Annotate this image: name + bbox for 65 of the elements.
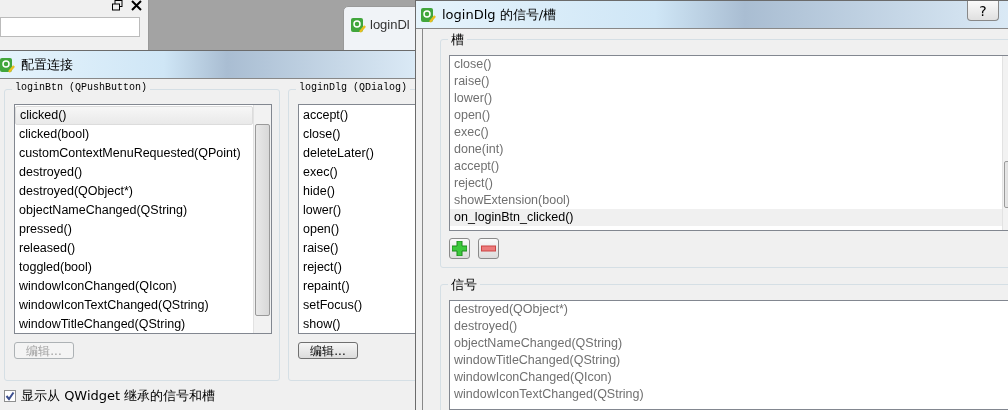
- list-item[interactable]: destroyed(QObject*): [450, 301, 1002, 318]
- list-item[interactable]: lower(): [299, 201, 409, 220]
- list-item[interactable]: open(): [299, 220, 409, 239]
- list-item[interactable]: objectNameChanged(QString): [450, 335, 1002, 352]
- list-item[interactable]: clicked(bool): [15, 125, 253, 144]
- help-button[interactable]: ?: [967, 1, 999, 21]
- list-item[interactable]: windowIconChanged(QIcon): [450, 369, 1002, 386]
- list-item[interactable]: on_loginBtn_clicked(): [450, 209, 1002, 226]
- list-item[interactable]: reject(): [450, 175, 1002, 192]
- list-item[interactable]: raise(): [450, 73, 1002, 90]
- search-field[interactable]: [0, 17, 140, 37]
- float-icon[interactable]: [112, 0, 123, 11]
- checkbox[interactable]: [4, 390, 16, 402]
- list-item[interactable]: objectNameChanged(QString): [15, 201, 253, 220]
- list-item[interactable]: hide(): [299, 182, 409, 201]
- check-icon: [5, 391, 15, 401]
- minus-icon: [481, 245, 496, 252]
- list-item[interactable]: windowIconTextChanged(QString): [450, 386, 1002, 403]
- list-item[interactable]: close(): [450, 56, 1002, 73]
- list-item[interactable]: windowTitleChanged(QString): [450, 352, 1002, 369]
- list-item[interactable]: accept(): [450, 158, 1002, 175]
- app-icon: [350, 17, 366, 33]
- scrollbar[interactable]: [253, 105, 271, 333]
- window-title: loginDlg 的信号/槽: [442, 5, 557, 24]
- list-item[interactable]: released(): [15, 239, 253, 258]
- list-item[interactable]: destroyed(): [450, 318, 1002, 335]
- edit-button[interactable]: 编辑...: [298, 342, 358, 359]
- list-item[interactable]: close(): [299, 125, 409, 144]
- list-item[interactable]: show(): [299, 315, 409, 333]
- remove-button[interactable]: [478, 238, 499, 259]
- list-item[interactable]: raise(): [299, 239, 409, 258]
- list-item[interactable]: windowIconChanged(QIcon): [15, 277, 253, 296]
- app-icon: [0, 56, 15, 73]
- list-item[interactable]: clicked(): [15, 106, 253, 125]
- list-item[interactable]: pressed(): [15, 220, 253, 239]
- list-item[interactable]: exec(): [450, 124, 1002, 141]
- list-box[interactable]: [14, 104, 272, 334]
- list-item[interactable]: accept(): [299, 106, 409, 125]
- app-icon: [420, 6, 436, 23]
- list-box[interactable]: destroyed(QObject*) destroyed() objectNameChanged(QString) windowTitleChanged(QString) windowIconChanged(QIcon) windowIconTextChanged(QString): [449, 300, 1008, 410]
- list-item[interactable]: destroyed(QObject*): [15, 182, 253, 201]
- group-title: 信号: [448, 276, 480, 294]
- list-box[interactable]: close() raise() lower() open() exec() done(int) accept() reject() showExtension(bool) on_loginBtn_clicked(): [449, 55, 1008, 231]
- list-item[interactable]: deleteLater(): [299, 144, 409, 163]
- list-item[interactable]: setFocus(): [299, 296, 409, 315]
- group-title: loginBtn (QPushButton): [12, 82, 151, 93]
- list-item[interactable]: done(int): [450, 141, 1002, 158]
- list-item[interactable]: windowIconTextChanged(QString): [15, 296, 253, 315]
- list-item[interactable]: toggled(bool): [15, 258, 253, 277]
- group-title: loginDlg (QDialog): [296, 82, 411, 93]
- list-item[interactable]: customContextMenuRequested(QPoint): [15, 144, 253, 163]
- list-item[interactable]: windowTitleChanged(QString): [15, 315, 253, 333]
- add-button[interactable]: [449, 238, 470, 259]
- list-item[interactable]: reject(): [299, 258, 409, 277]
- plus-icon: [452, 241, 467, 256]
- list-item[interactable]: lower(): [450, 90, 1002, 107]
- list-item[interactable]: exec(): [299, 163, 409, 182]
- group-title: 槽: [448, 31, 467, 49]
- list-item[interactable]: showExtension(bool): [450, 192, 1002, 209]
- list-item[interactable]: repaint(): [299, 277, 409, 296]
- window-title: 配置连接: [21, 55, 73, 74]
- close-icon[interactable]: [131, 0, 142, 11]
- list-item[interactable]: destroyed(): [15, 163, 253, 182]
- list-item[interactable]: open(): [450, 107, 1002, 124]
- checkbox-label: 显示从 QWidget 继承的信号和槽: [21, 387, 216, 405]
